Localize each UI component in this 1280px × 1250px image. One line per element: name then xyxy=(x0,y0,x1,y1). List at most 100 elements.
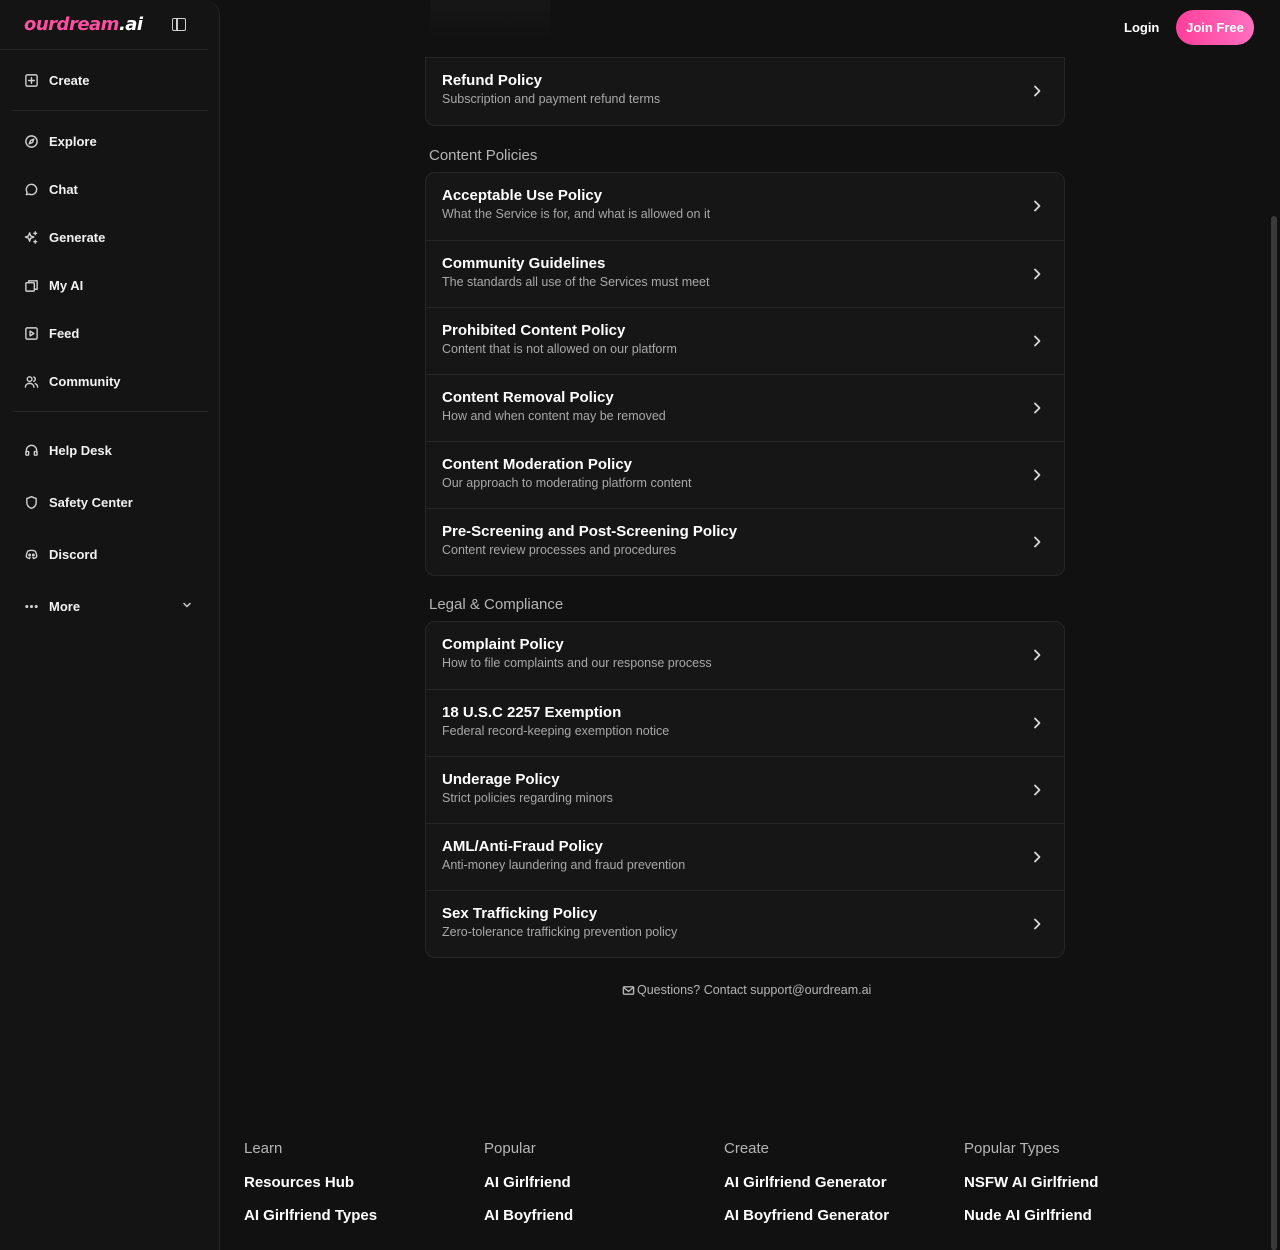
sidebar-item-generate[interactable]: Generate xyxy=(24,227,105,247)
chevron-right-icon xyxy=(1030,84,1044,98)
chevron-right-icon xyxy=(1030,334,1044,348)
chevron-right-icon xyxy=(1030,850,1044,864)
sidebar-toggle-icon[interactable] xyxy=(172,18,186,31)
section-heading-content: Content Policies xyxy=(429,147,538,164)
footer-link[interactable]: AI Girlfriend Types xyxy=(244,1207,464,1224)
policy-subtitle: Anti-money laundering and fraud preventi… xyxy=(442,858,686,872)
policy-title: Content Moderation Policy xyxy=(442,456,633,473)
shield-icon xyxy=(26,495,37,509)
play-square-icon xyxy=(25,326,38,340)
sidebar-item-label: More xyxy=(49,598,81,614)
footer-col-popular-types: Popular Types NSFW AI Girlfriend Nude AI… xyxy=(964,1140,1184,1224)
sidebar-item-more[interactable]: More xyxy=(24,596,80,616)
policy-group-top: Refund Policy Subscription and payment r… xyxy=(425,57,1065,126)
footer-link[interactable]: Resources Hub xyxy=(244,1174,464,1191)
sidebar-item-discord[interactable]: Discord xyxy=(24,544,97,564)
policy-row[interactable]: Community Guidelines The standards all u… xyxy=(426,240,1064,307)
chevron-right-icon xyxy=(1030,783,1044,797)
sidebar-item-create[interactable]: Create xyxy=(24,70,89,90)
policy-group-legal: Complaint Policy How to file complaints … xyxy=(425,621,1065,958)
sidebar-item-label: Chat xyxy=(49,181,78,197)
policy-title: Complaint Policy xyxy=(442,636,564,653)
sidebar-item-explore[interactable]: Explore xyxy=(24,131,97,151)
policy-row[interactable]: Content Removal Policy How and when cont… xyxy=(426,374,1064,441)
policy-row[interactable]: Prohibited Content Policy Content that i… xyxy=(426,307,1064,374)
policy-subtitle: How to file complaints and our response … xyxy=(442,656,712,670)
policy-subtitle: Zero-tolerance trafficking prevention po… xyxy=(442,925,678,939)
chevron-down-icon[interactable] xyxy=(181,599,193,611)
policy-subtitle: Subscription and payment refund terms xyxy=(442,92,661,106)
sidebar-item-label: Safety Center xyxy=(49,494,133,510)
contact-line[interactable]: Questions? Contact support@ourdream.ai xyxy=(622,983,871,997)
policy-subtitle: What the Service is for, and what is all… xyxy=(442,207,711,221)
headset-icon xyxy=(25,444,38,456)
scrollbar-thumb[interactable] xyxy=(1271,216,1277,1250)
sidebar-item-label: Generate xyxy=(49,229,106,245)
policy-row[interactable]: Acceptable Use Policy What the Service i… xyxy=(426,173,1064,240)
sparkle-icon xyxy=(24,230,38,244)
footer-link[interactable]: AI Boyfriend xyxy=(484,1207,704,1224)
policy-title: Prohibited Content Policy xyxy=(442,322,626,339)
users-icon xyxy=(24,375,39,388)
footer-link[interactable]: AI Boyfriend Generator xyxy=(724,1207,944,1224)
policy-title: Sex Trafficking Policy xyxy=(442,905,598,922)
sidebar: ourdream.ai Create Explore Chat Generate… xyxy=(0,0,220,1250)
ellipsis-icon xyxy=(25,604,38,608)
footer-col-popular: Popular AI Girlfriend AI Boyfriend xyxy=(484,1140,704,1224)
chevron-right-icon xyxy=(1030,648,1044,662)
sidebar-divider xyxy=(12,411,208,412)
policy-title: Pre-Screening and Post-Screening Policy xyxy=(442,523,738,540)
policy-row[interactable]: Underage Policy Strict policies regardin… xyxy=(426,756,1064,823)
sidebar-item-community[interactable]: Community xyxy=(24,371,121,391)
chevron-right-icon xyxy=(1030,199,1044,213)
sidebar-item-label: Help Desk xyxy=(49,442,112,458)
discord-icon xyxy=(25,549,38,559)
policy-row-refund[interactable]: Refund Policy Subscription and payment r… xyxy=(426,58,1064,125)
chat-bubble-icon xyxy=(25,183,38,195)
contact-text: Questions? Contact support@ourdream.ai xyxy=(637,983,872,997)
policy-subtitle: Content that is not allowed on our platf… xyxy=(442,342,677,356)
chevron-right-icon xyxy=(1030,401,1044,415)
footer-link[interactable]: AI Girlfriend Generator xyxy=(724,1174,944,1191)
policy-subtitle: How and when content may be removed xyxy=(442,409,666,423)
logo-text-main: ourdream xyxy=(24,14,119,35)
stack-icon xyxy=(25,279,38,292)
chevron-right-icon xyxy=(1030,535,1044,549)
sidebar-item-label: Create xyxy=(49,72,90,88)
sidebar-item-feed[interactable]: Feed xyxy=(24,323,79,343)
sidebar-item-my-ai[interactable]: My AI xyxy=(24,275,83,295)
policy-title: AML/Anti-Fraud Policy xyxy=(442,838,603,855)
sidebar-item-chat[interactable]: Chat xyxy=(24,179,78,199)
policy-row[interactable]: Content Moderation Policy Our approach t… xyxy=(426,441,1064,508)
plus-square-icon xyxy=(25,73,38,87)
policy-subtitle: Federal record-keeping exemption notice xyxy=(442,724,670,738)
compass-icon xyxy=(25,134,38,148)
policy-subtitle: Strict policies regarding minors xyxy=(442,791,613,805)
policy-title: Underage Policy xyxy=(442,771,560,788)
policy-row[interactable]: 18 U.S.C 2257 Exemption Federal record-k… xyxy=(426,689,1064,756)
chevron-right-icon xyxy=(1030,267,1044,281)
policy-row[interactable]: AML/Anti-Fraud Policy Anti-money launder… xyxy=(426,823,1064,890)
policy-row[interactable]: Complaint Policy How to file complaints … xyxy=(426,622,1064,689)
policy-title: 18 U.S.C 2257 Exemption xyxy=(442,704,622,721)
join-free-button[interactable]: Join Free xyxy=(1176,10,1254,45)
policy-row[interactable]: Pre-Screening and Post-Screening Policy … xyxy=(426,508,1064,575)
sidebar-item-help-desk[interactable]: Help Desk xyxy=(24,440,112,460)
footer-link[interactable]: AI Girlfriend xyxy=(484,1174,704,1191)
policy-row[interactable]: Sex Trafficking Policy Zero-tolerance tr… xyxy=(426,890,1064,957)
sidebar-item-label: Explore xyxy=(49,133,97,149)
chevron-right-icon xyxy=(1030,716,1044,730)
login-link[interactable]: Login xyxy=(1124,20,1159,35)
policy-title: Community Guidelines xyxy=(442,255,606,272)
footer-heading: Popular Types xyxy=(964,1140,1060,1157)
sidebar-item-label: Community xyxy=(49,373,121,389)
footer-link[interactable]: NSFW AI Girlfriend xyxy=(964,1174,1184,1191)
logo[interactable]: ourdream.ai xyxy=(24,14,143,35)
policy-title: Acceptable Use Policy xyxy=(442,187,603,204)
sidebar-item-safety-center[interactable]: Safety Center xyxy=(24,492,133,512)
footer-col-learn: Learn Resources Hub AI Girlfriend Types xyxy=(244,1140,464,1224)
policy-title: Refund Policy xyxy=(442,72,543,89)
logo-row: ourdream.ai xyxy=(0,0,208,50)
footer-link[interactable]: Nude AI Girlfriend xyxy=(964,1207,1184,1224)
policy-subtitle: The standards all use of the Services mu… xyxy=(442,275,710,289)
